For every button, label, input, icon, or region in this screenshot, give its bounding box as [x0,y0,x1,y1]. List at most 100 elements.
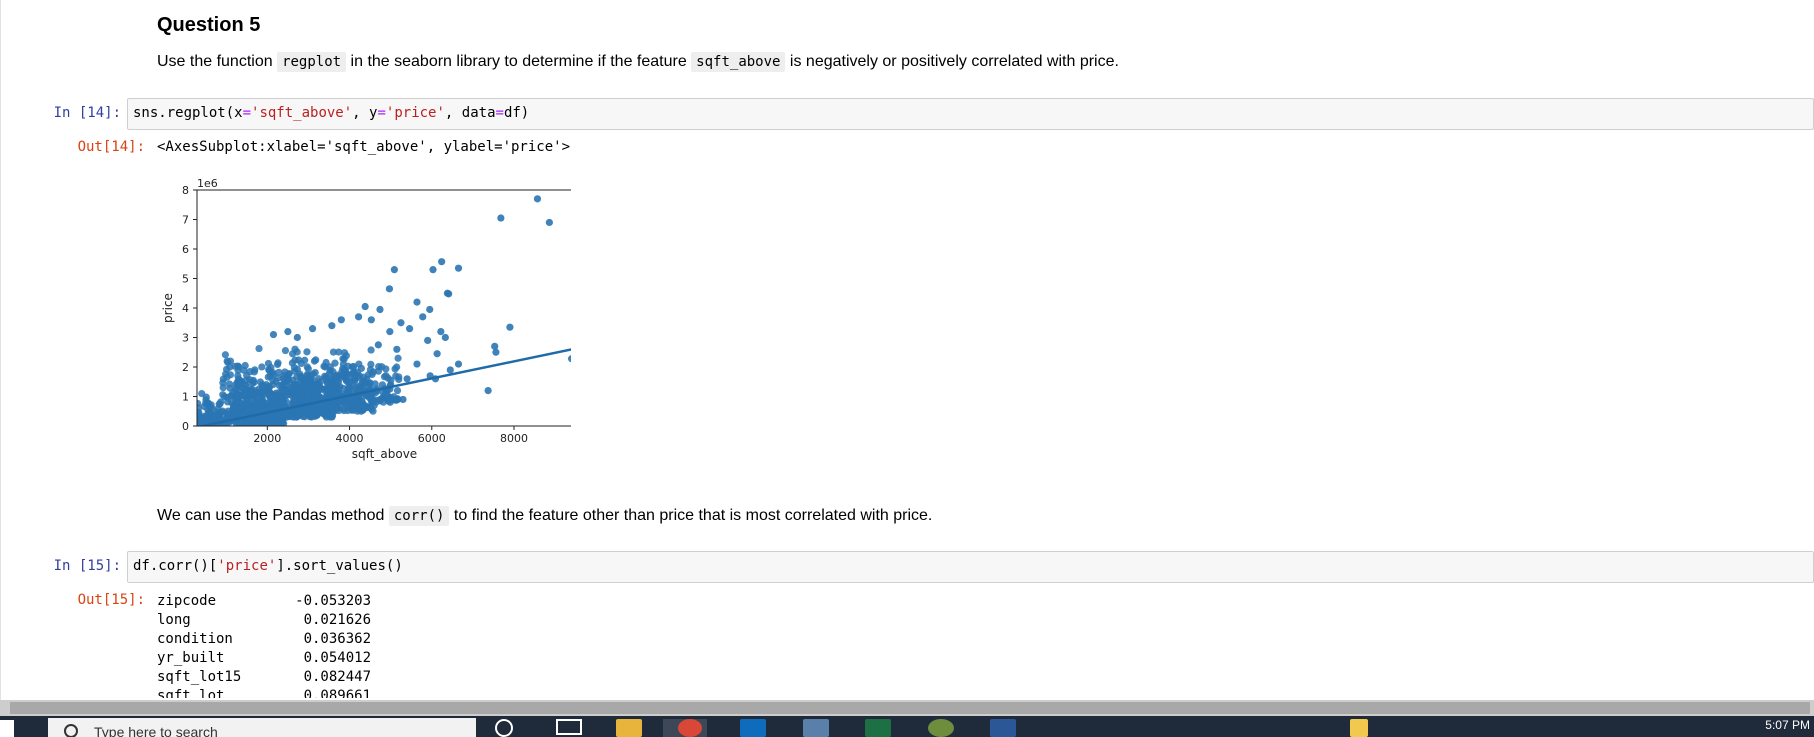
series-row-value: 0.089661 [303,688,371,698]
horizontal-scrollbar[interactable] [0,700,1814,716]
scatter-point [372,398,380,406]
scatter-point [386,328,394,336]
scatter-point [399,395,407,404]
scatter-point [506,323,514,331]
scatter-point [376,305,384,314]
scatter-point [288,359,296,367]
scatter-point [342,375,350,383]
scatter-point [413,360,421,368]
scatter-point [393,363,401,371]
windows-start-icon[interactable] [0,720,14,737]
scatter-point [284,328,292,336]
series-row-value: 0.082447 [303,669,371,685]
scatter-point [216,400,224,408]
scatter-point [334,378,343,386]
scatter-point [356,404,364,412]
scatter-point [296,372,305,381]
scatter-point [413,298,421,306]
series-row: sqft_lot 0.089661 [157,687,371,698]
code-token: df.corr()[ [133,558,218,574]
task-view-icon[interactable] [556,719,582,735]
series-row-value: 0.036362 [303,631,371,647]
scatter-point [279,375,287,383]
series-row-name: zipcode [157,593,217,609]
scatter-point [405,325,414,333]
scatter-point [328,322,336,330]
scatter-point [299,384,307,392]
scatter-point [236,377,244,385]
scatter-point [364,370,373,379]
scatter-point [226,357,235,365]
series-row-value: 0.054012 [303,650,371,666]
scatter-point [367,360,375,369]
scatter-point [393,345,401,353]
scatter-point [393,386,402,395]
scatter-point [231,404,240,412]
word-icon[interactable] [990,719,1016,737]
code-string: 'sqft_above' [251,105,353,121]
excel-icon[interactable] [865,719,891,737]
scatter-point [308,325,317,333]
scatter-point [206,409,214,417]
code-token: , y [352,105,378,121]
taskbar-search-box[interactable]: Type here to search [48,718,476,737]
file-explorer-icon[interactable] [616,719,642,737]
series-row-value: 0.021626 [303,612,371,628]
y-axis-label: price [161,293,175,323]
scatter-point [367,316,375,324]
scatter-point [274,359,282,367]
code-token: df) [503,105,530,121]
app-icon[interactable] [803,719,829,737]
cell-15-out-prompt: Out[15]: [77,592,145,608]
cell-14-input[interactable]: sns.regplot(x='sqft_above', y='price', d… [127,98,1814,130]
y-offset-label: 1e6 [197,177,218,190]
question-text-part: in the seaborn library to determine if t… [346,53,692,70]
scatter-point [446,366,454,374]
cell-15-input[interactable]: df.corr()['price'].sort_values() [127,551,1814,583]
paint-icon[interactable] [928,719,954,737]
scatter-point [390,266,398,274]
scatter-point [384,397,393,405]
scrollbar-thumb[interactable] [10,702,1810,714]
scatter-point [340,349,349,357]
corr-series-output: zipcode -0.053203 long 0.021626 condition 0.0… [157,592,371,698]
notification-icon[interactable] [1350,719,1368,737]
scatter-point [251,399,260,407]
scatter-point [265,402,273,411]
scatter-point [395,373,403,381]
scatter-point [197,404,203,412]
scatter-point [340,407,348,415]
scatter-point [454,360,463,368]
scatter-point [303,363,311,371]
cell-14-output-text: <AxesSubplot:xlabel='sqft_above', ylabel… [157,139,571,155]
scatter-point [357,364,366,373]
scatter-point [340,355,348,363]
y-tick-label: 4 [182,302,189,315]
taskbar-clock[interactable]: 5:07 PM [1765,718,1810,732]
search-icon [64,724,78,737]
scatter-point [397,319,405,327]
series-row: zipcode -0.053203 [157,592,371,611]
store-icon[interactable] [740,719,766,737]
scatter-point [256,389,265,397]
scatter-point [339,365,347,373]
scatter-point [441,333,449,342]
scatter-point [295,356,303,364]
scatter-point [533,195,542,203]
scatter-point [285,370,293,378]
scatter-point [403,375,411,383]
scatter-point [419,313,427,321]
scatter-point [365,379,373,388]
series-row-name: sqft_lot [157,688,225,698]
scatter-points [197,195,571,426]
scatter-point [315,393,323,401]
series-row-name: sqft_lot15 [157,669,242,685]
series-row: yr_built 0.054012 [157,649,371,668]
x-tick-label: 8000 [500,432,528,445]
scatter-point [363,403,371,412]
code-operator: = [242,105,252,121]
scatter-point [303,370,311,379]
cortana-icon[interactable] [495,719,513,737]
scatter-point [276,388,284,396]
chrome-icon[interactable] [678,719,702,737]
